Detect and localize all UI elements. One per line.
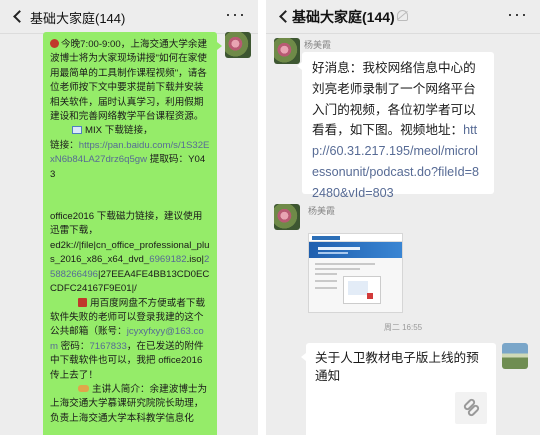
message-paragraph: ed2k://|file|cn_office_professional_plus… [50,239,210,295]
left-chat-screenshot: 基础大家庭(144) ··· 今晚7:00-9:00，上海交通大学余建波博士将为… [0,0,258,435]
message-paragraph: MIX 下载链接， [50,124,210,138]
message-paragraph: office2016 下载磁力链接，建议使用迅雷下载， [50,211,203,237]
sender-avatar[interactable] [274,204,300,230]
phone-number-link[interactable]: 6969182 [149,254,186,265]
chat-header: 基础大家庭(144) ··· [266,0,540,34]
chat-title: 基础大家庭(144) [292,9,395,25]
message-timestamp: 周二 16:55 [383,323,423,332]
avatar[interactable] [502,343,528,369]
back-arrow-icon[interactable] [276,7,292,27]
link-icon[interactable] [455,392,487,424]
message-paragraph: 主讲人简介：余建波博士为上海交通大学慕课研究院院长助理，负责上海交通大学本科教学… [50,383,208,424]
back-arrow-icon[interactable] [10,7,26,27]
computer-icon [72,126,82,135]
message-paragraph: 链接：https://pan.baidu.com/s/1S32ExN6b84LA… [50,139,210,180]
message-paragraph: 用百度网盘不方便或者下载软件失败的老师可以登录我建的这个公共邮箱（账号：jcyx… [50,297,206,381]
chat-title: 基础大家庭(144) [30,11,126,26]
sender-name: 杨美霞 [308,206,336,216]
red-book-icon [78,297,87,307]
password-link[interactable]: 7167833 [89,341,126,352]
alarm-clock-icon [50,39,59,48]
image-message[interactable] [308,233,403,313]
sender-avatar[interactable] [274,38,300,64]
link-card-message[interactable]: 关于人卫教材电子版上线的预通知 [301,343,496,435]
chat-header: 基础大家庭(144) ··· [0,0,258,34]
card-title: 关于人卫教材电子版上线的预通知 [315,351,479,383]
more-options-icon[interactable]: ··· [225,4,246,25]
sender-name: 杨美霞 [304,40,332,50]
mute-bell-icon [397,10,408,21]
message-paragraph: 今晚7:00-9:00，上海交通大学余建波博士将为大家现场讲授"如何在家使用最简… [50,39,208,123]
avatar[interactable] [225,32,251,58]
pointing-hand-icon [78,384,89,392]
text-message-bubble[interactable]: 好消息：我校网络信息中心的刘亮老师录制了一个网络平台入门的视频，各位初学者可以看… [297,52,494,200]
more-options-icon[interactable]: ··· [507,4,528,25]
my-message-bubble[interactable]: 今晚7:00-9:00，上海交通大学余建波博士将为大家现场讲授"如何在家使用最简… [43,32,222,435]
